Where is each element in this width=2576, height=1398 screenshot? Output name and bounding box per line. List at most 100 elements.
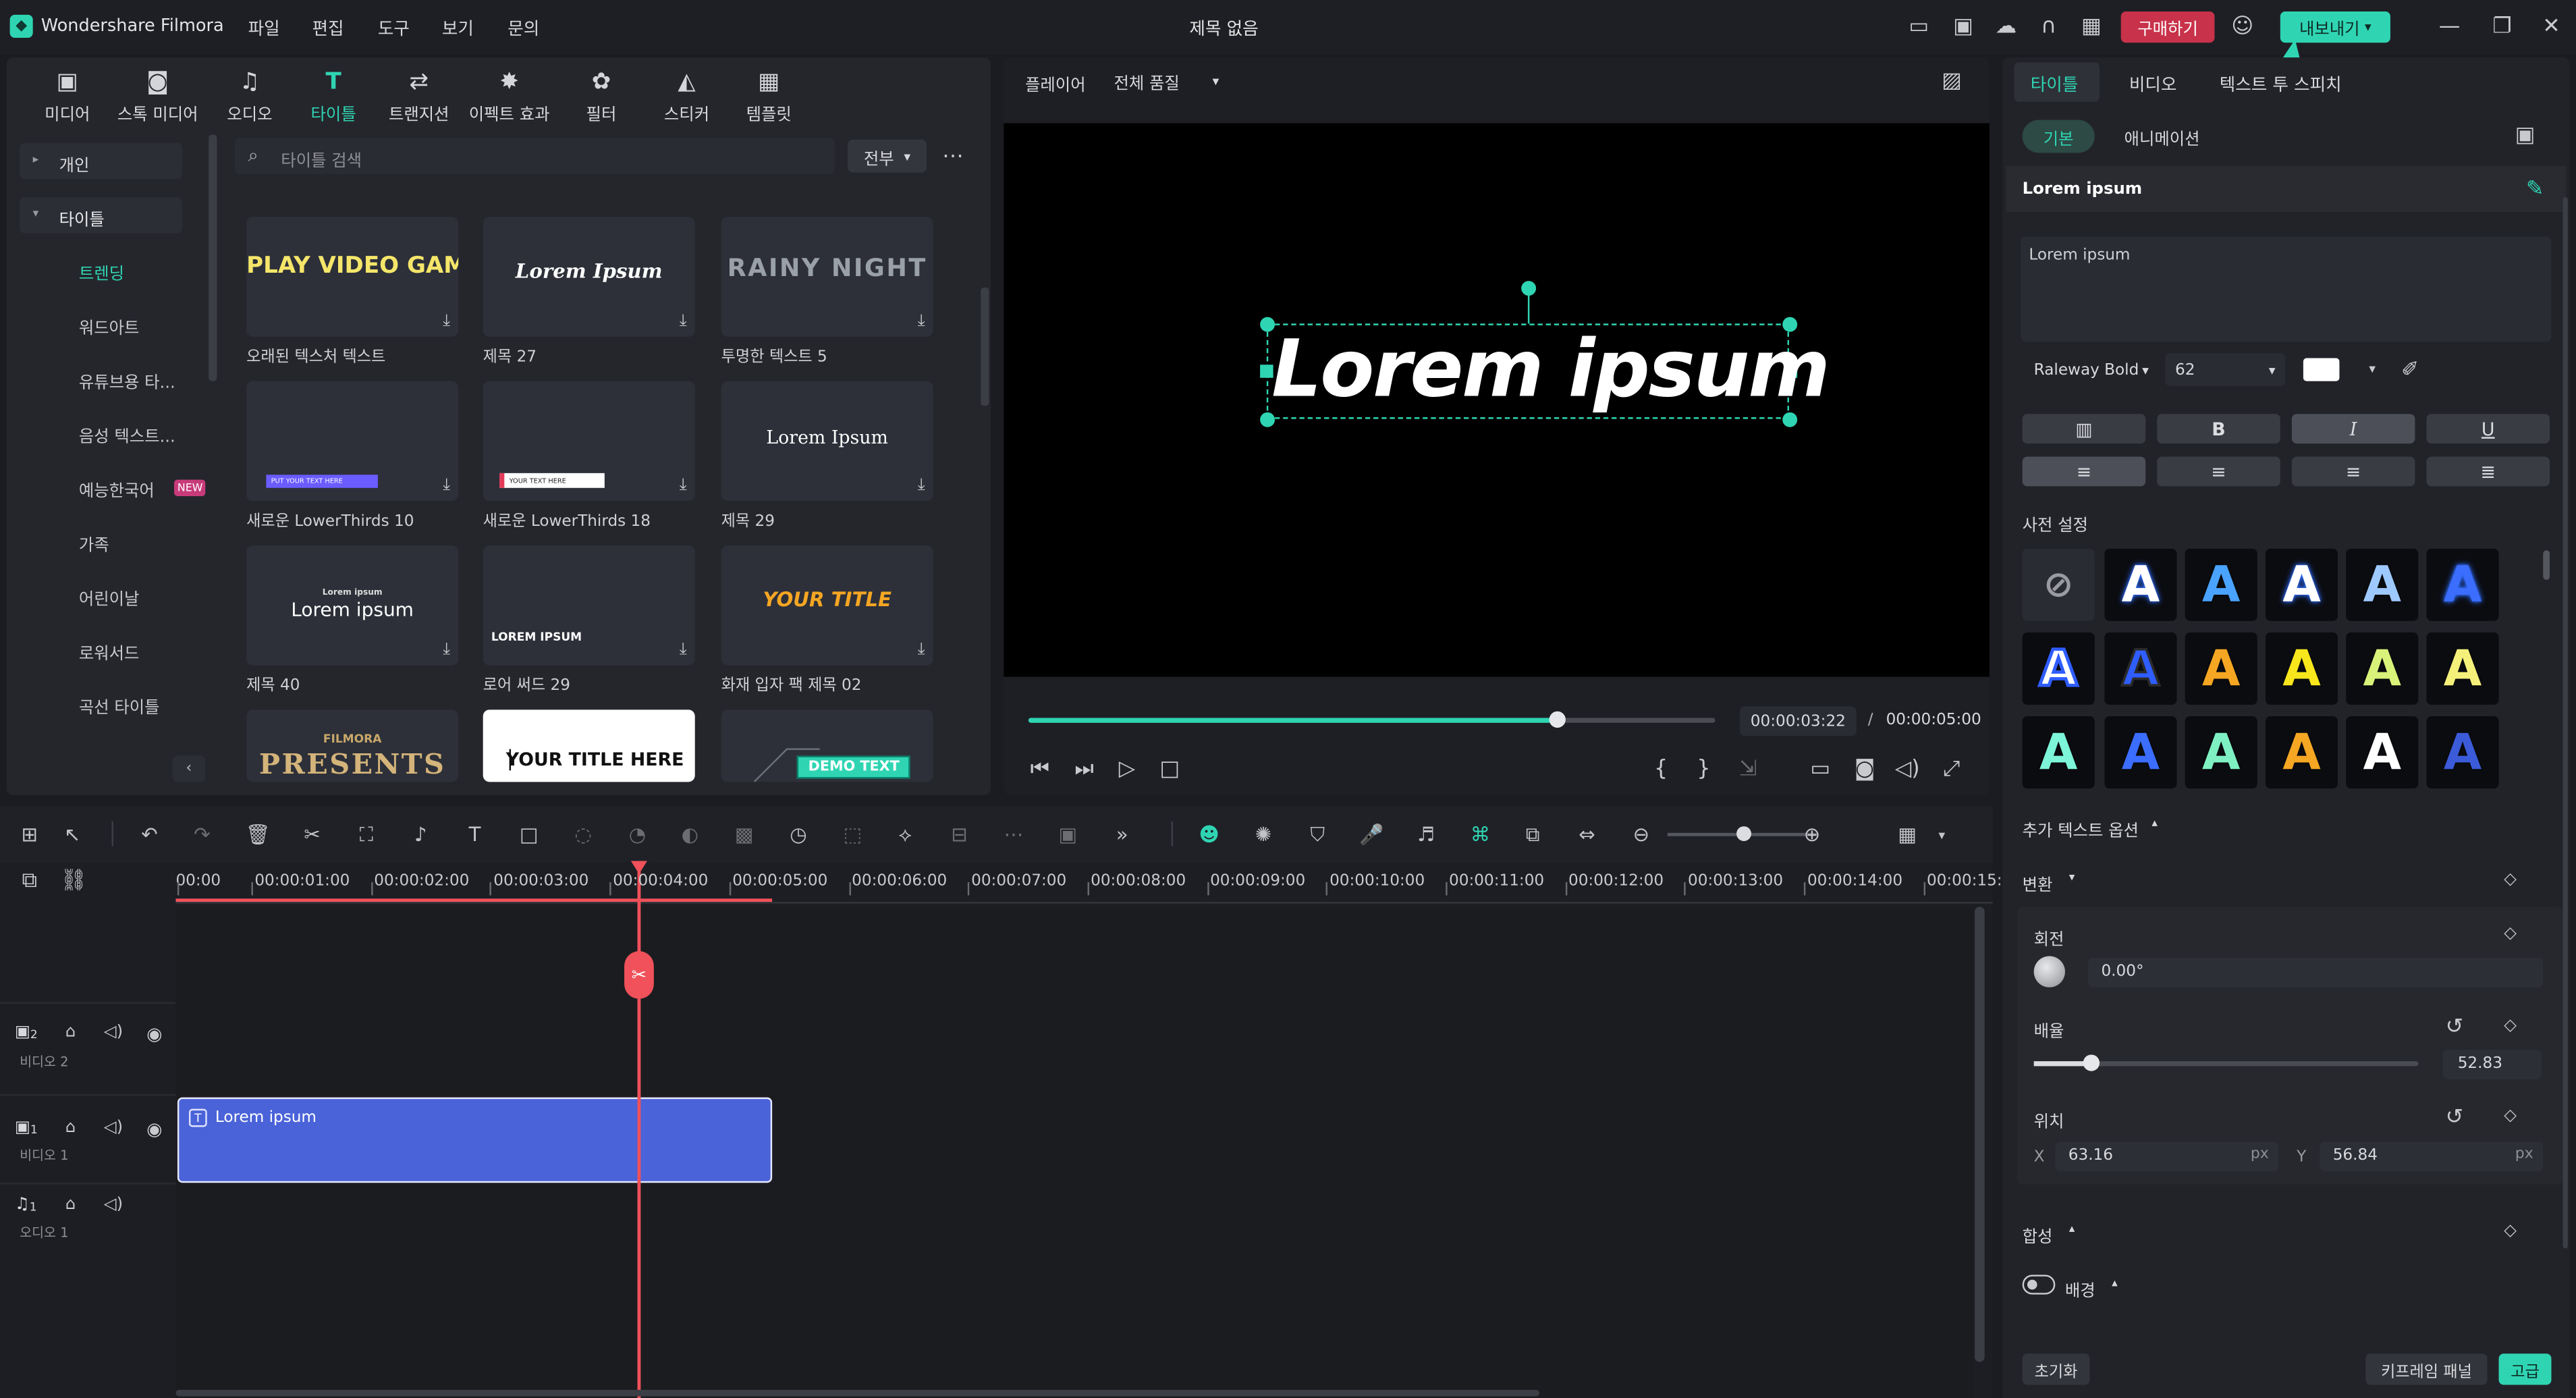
mic-icon[interactable]: 🎤: [1359, 822, 1385, 848]
sidebar-item[interactable]: 유튜브용 타...: [79, 368, 175, 393]
audio-mix-icon[interactable]: ♬: [1413, 822, 1439, 848]
text-style-preset[interactable]: A: [2104, 548, 2177, 621]
title-thumbnail[interactable]: YOUR TITLE ⤓: [721, 545, 933, 666]
background-row[interactable]: 배경 ▴: [2065, 1276, 2118, 1301]
add-track-icon[interactable]: ⧉: [18, 869, 41, 892]
title-thumbnail[interactable]: PRESENTS FILMORA: [246, 709, 459, 782]
mask-icon[interactable]: ▩: [731, 822, 757, 848]
fit-icon[interactable]: ⋯: [1000, 822, 1026, 848]
pos-x-input[interactable]: 63.16 px: [2055, 1141, 2279, 1172]
progress-track[interactable]: [1028, 718, 1716, 723]
filter-dropdown[interactable]: 전부 ▾: [848, 139, 927, 173]
quality-dropdown[interactable]: 전체 품질 ▾: [1114, 65, 1271, 95]
menu-file[interactable]: 파일: [248, 16, 280, 41]
menu-view[interactable]: 보기: [442, 16, 474, 41]
align-justify-button[interactable]: ≣: [2426, 456, 2550, 487]
eye-icon[interactable]: ◉: [143, 1119, 166, 1138]
snapshot-quality-icon[interactable]: ▨: [1938, 69, 1965, 92]
rotate-dial[interactable]: [2033, 956, 2065, 988]
text-style-preset[interactable]: A: [2426, 716, 2499, 789]
effect-tool-icon[interactable]: ◌: [570, 822, 597, 848]
menu-tools[interactable]: 도구: [378, 16, 410, 41]
align-center-button[interactable]: ≡: [2157, 456, 2280, 487]
title-thumbnail[interactable]: Lorem Ipsum ⤓: [483, 217, 695, 337]
mark-out-icon[interactable]: }: [1692, 757, 1715, 780]
tab-title[interactable]: 타이틀: [2031, 72, 2079, 97]
ai-pen-icon[interactable]: ✎: [2523, 178, 2546, 200]
redo-icon[interactable]: ↷: [189, 822, 215, 848]
scale-slider-knob[interactable]: [2083, 1054, 2100, 1071]
play-icon[interactable]: ▷: [1116, 757, 1139, 780]
eye-icon[interactable]: ◉: [143, 1023, 166, 1043]
text-style-preset[interactable]: A: [2265, 632, 2338, 705]
cloud-upload-icon[interactable]: ☁: [1994, 15, 2017, 38]
rotate-handle[interactable]: [1521, 281, 1537, 296]
download-icon[interactable]: ⤓: [680, 312, 687, 330]
reset-button[interactable]: 초기화: [2022, 1353, 2090, 1385]
headset-icon[interactable]: ∩: [2037, 15, 2060, 38]
undo-icon[interactable]: ↶: [136, 822, 163, 848]
font-dropdown[interactable]: Raleway Bold ▾: [2024, 353, 2149, 386]
menu-help[interactable]: 문의: [508, 16, 539, 41]
save-icon[interactable]: ▣: [1952, 15, 1975, 38]
italic-button[interactable]: I: [2291, 414, 2415, 444]
sidebar-item[interactable]: 워드아트: [79, 314, 140, 339]
display-icon[interactable]: ▭: [1809, 757, 1832, 780]
buy-button[interactable]: 구매하기: [2120, 11, 2215, 43]
chevron-down-icon[interactable]: ▾: [2361, 358, 2384, 381]
title-thumbnail[interactable]: PLAY VIDEO GAME ⤓: [246, 217, 459, 337]
link-icon[interactable]: ⛓: [60, 869, 87, 892]
subtab-animation[interactable]: 애니메이션: [2125, 125, 2200, 150]
download-icon[interactable]: ⤓: [918, 477, 925, 495]
advanced-button[interactable]: 고급: [2498, 1353, 2552, 1385]
text-style-preset[interactable]: A: [2265, 716, 2338, 789]
restore-icon[interactable]: ❐: [2490, 15, 2513, 38]
chevron-down-icon[interactable]: ▾: [1929, 822, 1955, 848]
delete-icon[interactable]: 🗑: [245, 822, 271, 848]
align-left-button[interactable]: ≡: [2022, 456, 2146, 487]
download-icon[interactable]: ⤓: [680, 477, 687, 495]
color-icon[interactable]: ◐: [677, 822, 703, 848]
monitor-icon[interactable]: ▭: [1907, 15, 1930, 38]
text-style-preset[interactable]: A: [2265, 548, 2338, 621]
text-style-preset[interactable]: A: [2022, 716, 2095, 789]
split-icon[interactable]: ✂: [299, 822, 325, 848]
sidebar-titles[interactable]: ▾ 타이틀: [20, 197, 183, 234]
scale-input[interactable]: 52.83: [2442, 1050, 2542, 1079]
keyframe-diamond-icon[interactable]: ◇: [2500, 1017, 2520, 1036]
reset-icon[interactable]: ↺: [2443, 1106, 2466, 1129]
volume-icon[interactable]: ◁): [1895, 757, 1920, 780]
current-time[interactable]: 00:00:03:22: [1739, 706, 1857, 736]
reset-icon[interactable]: ↺: [2443, 1015, 2466, 1038]
sidebar-scrollbar[interactable]: [209, 134, 217, 381]
title-thumbnail[interactable]: Lorem ipsum Lorem ipsum ⤓: [246, 545, 459, 666]
timeline-vscrollbar[interactable]: [1975, 907, 1985, 1362]
align-right-button[interactable]: ≡: [2291, 456, 2415, 487]
mute-icon[interactable]: ◁): [102, 1196, 125, 1216]
progress-knob[interactable]: [1549, 711, 1566, 728]
timeline-hscrollbar[interactable]: [175, 1389, 1539, 1397]
prev-frame-icon[interactable]: ⏮: [1029, 757, 1051, 780]
stabilize-icon[interactable]: ⬚: [840, 822, 866, 848]
speed-icon[interactable]: ◔: [624, 822, 651, 848]
sidebar-item[interactable]: 로워서드: [79, 639, 140, 664]
title-search-field[interactable]: ⌕ 타이틀 검색: [235, 138, 835, 174]
select-layout-icon[interactable]: ⊞: [16, 822, 43, 848]
rotate-input[interactable]: 0.00°: [2087, 957, 2544, 988]
text-style-preset[interactable]: A: [2346, 716, 2419, 789]
media-tab-label[interactable]: 템플릿: [703, 100, 835, 125]
transition-icon[interactable]: ⇄: [406, 69, 432, 95]
pointer-icon[interactable]: ↖: [59, 822, 86, 848]
title-thumbnail[interactable]: YOUR TITLE HERE: [483, 709, 695, 782]
layout-grid-icon[interactable]: ▦: [1894, 822, 1921, 848]
transform-toggle[interactable]: 변환 ▾: [2023, 871, 2075, 896]
title-thumbnail[interactable]: RAINY NIGHT ⤓: [721, 217, 933, 337]
scissors-icon[interactable]: ✂: [624, 951, 654, 999]
fullscreen-icon[interactable]: ⤢: [1940, 757, 1963, 780]
download-icon[interactable]: ⤓: [680, 641, 687, 659]
keyframe-diamond-icon[interactable]: ◇: [2500, 1107, 2520, 1127]
resize-icon[interactable]: ⇔: [1574, 822, 1600, 848]
zoom-slider-knob[interactable]: [1736, 826, 1751, 842]
next-frame-icon[interactable]: ⏭: [1073, 757, 1096, 780]
download-icon[interactable]: ⤓: [443, 641, 450, 659]
